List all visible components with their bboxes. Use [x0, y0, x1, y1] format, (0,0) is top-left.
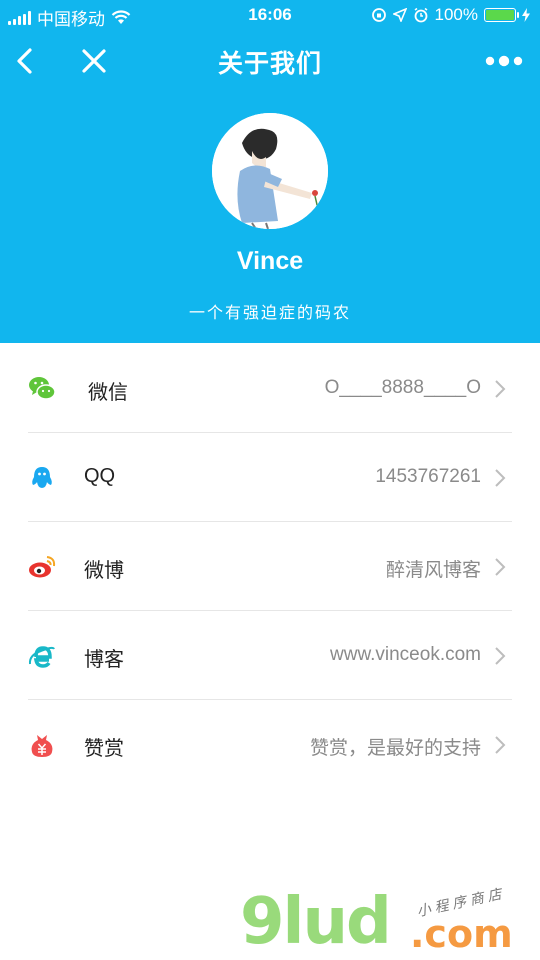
charging-icon	[522, 8, 530, 22]
chevron-right-icon	[495, 380, 506, 398]
list-item-reward[interactable]: 赞赏 赞赏，是最好的支持	[0, 700, 540, 789]
status-right: 100%	[371, 5, 530, 25]
row-value: www.vinceok.com	[330, 644, 481, 665]
watermark-suffix: .com	[410, 912, 513, 956]
list-item-wechat[interactable]: 微信 O____8888____O	[0, 344, 540, 433]
list-item-weibo[interactable]: 微博 醉清风博客	[0, 522, 540, 611]
row-label: QQ	[84, 465, 116, 487]
nav-bar: 关于我们	[0, 38, 540, 84]
row-label: 微信	[88, 382, 128, 404]
avatar-illustration	[212, 113, 328, 229]
location-icon	[392, 8, 407, 22]
wechat-icon	[29, 377, 56, 400]
rotation-lock-icon	[371, 8, 386, 22]
chevron-right-icon	[495, 469, 506, 487]
battery-icon	[484, 8, 519, 22]
list-item-blog[interactable]: 博客 www.vinceok.com	[0, 611, 540, 700]
row-value: O____8888____O	[324, 377, 481, 398]
weibo-icon	[29, 556, 56, 578]
chevron-right-icon	[495, 558, 506, 576]
ie-browser-icon	[28, 646, 55, 668]
row-value: 赞赏，是最好的支持	[309, 738, 481, 759]
row-value: 醉清风博客	[385, 560, 481, 581]
page-title: 关于我们	[217, 50, 322, 78]
status-bar: 中国移动 16:06 100%	[0, 0, 540, 30]
watermark-brand: 9lud	[240, 885, 392, 959]
list-item-qq[interactable]: QQ 1453767261	[0, 433, 540, 522]
profile-name: Vince	[236, 247, 304, 275]
battery-percent: 100%	[434, 5, 478, 24]
chevron-right-icon	[495, 736, 506, 754]
battery-level	[486, 10, 514, 20]
avatar	[212, 113, 328, 229]
more-button[interactable]	[484, 50, 524, 72]
watermark-logo: 9lud .com 小程序商店	[240, 885, 530, 959]
chevron-right-icon	[495, 647, 506, 665]
row-value: 1453767261	[375, 466, 481, 487]
alarm-icon	[414, 7, 427, 23]
contact-list: 微信 O____8888____O QQ 1453767261 微博 醉清风博客	[0, 344, 540, 789]
reward-icon	[31, 735, 53, 757]
qq-icon	[32, 467, 52, 488]
row-label: 博客	[84, 649, 124, 671]
profile-motto: 一个有强迫症的码农	[188, 305, 351, 322]
profile-header: 中国移动 16:06 100% 关于我们 Vince 一个有强迫症的码农	[0, 0, 540, 343]
row-label: 赞赏	[84, 738, 124, 760]
row-label: 微博	[84, 560, 124, 582]
